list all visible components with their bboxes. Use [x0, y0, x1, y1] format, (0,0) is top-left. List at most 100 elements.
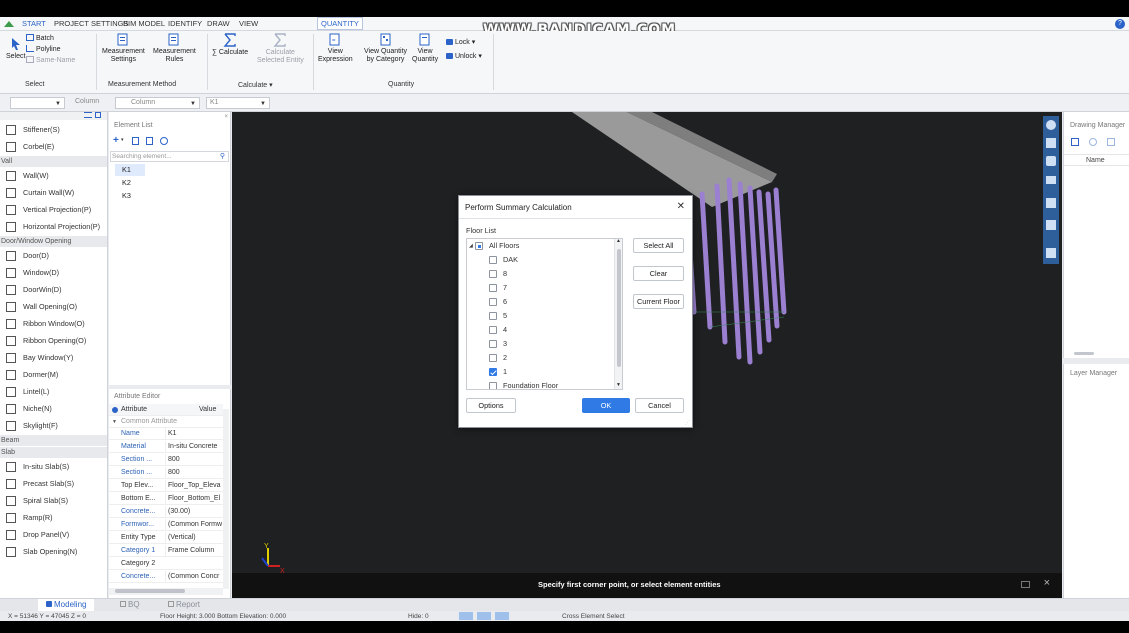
attribute-value[interactable]: Floor_Bottom_El: [165, 493, 223, 505]
type-select[interactable]: Column ▼: [115, 97, 200, 109]
tab-draw[interactable]: DRAW: [207, 19, 230, 28]
floor-checkbox[interactable]: [489, 270, 497, 278]
floor-checkbox[interactable]: [489, 284, 497, 292]
delete-drawing-icon[interactable]: [1107, 138, 1115, 146]
attribute-row[interactable]: Formwor... (Common Formw: [109, 519, 223, 531]
same-name-button[interactable]: Same-Name: [26, 56, 75, 65]
scroll-up-icon[interactable]: ▲: [616, 239, 621, 244]
scroll-thumb[interactable]: [617, 249, 621, 367]
ortho-icon[interactable]: [477, 612, 491, 620]
attribute-row[interactable]: Material In-situ Concrete: [109, 441, 223, 453]
expand-icon[interactable]: ◢: [469, 240, 473, 252]
floor-checkbox[interactable]: [489, 354, 497, 362]
tab-bim-model[interactable]: BIM MODEL: [123, 19, 165, 28]
element-list-item[interactable]: K2: [115, 177, 145, 189]
view-quantity-by-category-button[interactable]: View Quantity by Category: [364, 33, 407, 64]
floor-checkbox[interactable]: [489, 382, 497, 389]
element-list-item[interactable]: K3: [115, 190, 145, 202]
unlock-button[interactable]: Unlock ▾: [446, 53, 482, 61]
resize-grip-icon[interactable]: ⋰: [685, 420, 690, 426]
attribute-value[interactable]: K1: [165, 428, 223, 440]
select-all-button[interactable]: Select All: [633, 238, 684, 253]
attribute-row[interactable]: Entity Type (Vertical): [109, 532, 223, 544]
attribute-value[interactable]: Floor_Top_Eleva: [165, 480, 223, 492]
select-button[interactable]: Select: [6, 37, 25, 61]
attribute-scrollbar[interactable]: [223, 409, 229, 589]
chevron-down-icon[interactable]: ▾: [121, 137, 124, 143]
floor-list-scrollbar[interactable]: ▲ ▼: [614, 239, 622, 389]
attribute-value[interactable]: (30.00): [165, 506, 223, 518]
attribute-row[interactable]: Bottom E... Floor_Bottom_El: [109, 493, 223, 505]
options-button[interactable]: Options: [466, 398, 516, 413]
floor-checkbox[interactable]: [489, 326, 497, 334]
element-type-item[interactable]: Skylight(F): [0, 418, 107, 434]
close-prompt-icon[interactable]: ×: [1044, 577, 1050, 589]
element-type-item[interactable]: Spiral Slab(S): [0, 493, 107, 509]
panel-close-icon[interactable]: ×: [224, 114, 228, 120]
current-floor-button[interactable]: Current Floor: [633, 294, 684, 309]
calculate-dropdown[interactable]: Calculate ▾: [238, 81, 273, 89]
attribute-value[interactable]: (Vertical): [165, 532, 223, 544]
element-search-input[interactable]: Searching element... ⚲: [110, 151, 229, 162]
import-drawing-icon[interactable]: [1071, 138, 1079, 146]
element-list-item[interactable]: K1: [115, 164, 145, 176]
attribute-row[interactable]: Concrete... (Common Concr: [109, 571, 223, 583]
tab-quantity[interactable]: QUANTITY: [317, 17, 363, 30]
attribute-value[interactable]: (Common Formw: [165, 519, 223, 531]
tab-project-settings[interactable]: PROJECT SETTINGS: [54, 19, 128, 28]
element-type-item[interactable]: Precast Slab(S): [0, 476, 107, 492]
copy-element-icon[interactable]: [132, 137, 139, 145]
cube-icon[interactable]: [1046, 198, 1056, 208]
layers-icon[interactable]: [1046, 220, 1056, 230]
measurement-settings-button[interactable]: Measurement Settings: [102, 33, 145, 64]
add-element-icon[interactable]: +: [113, 136, 119, 146]
attribute-value[interactable]: In-situ Concrete: [165, 441, 223, 453]
snap-icon[interactable]: [459, 612, 473, 620]
attribute-value[interactable]: Frame Column: [165, 545, 223, 557]
element-type-item[interactable]: Drop Panel(V): [0, 527, 107, 543]
horizontal-scrollbar[interactable]: [109, 588, 223, 595]
category-header[interactable]: Slab: [0, 447, 107, 458]
ok-button[interactable]: OK: [582, 398, 630, 413]
floor-list[interactable]: ▲ ▼ ◢ All Floors DAK 8 7 6 5 4 3 2 1 Foundation Flo…: [466, 238, 623, 390]
calculate-selected-button[interactable]: Calculate Selected Entity: [257, 33, 304, 65]
delete-element-icon[interactable]: [146, 137, 153, 145]
grid-snap-icon[interactable]: [495, 612, 509, 620]
tab-bq[interactable]: BQ: [120, 600, 140, 609]
tab-report[interactable]: Report: [168, 600, 200, 609]
screenshot-icon[interactable]: [1046, 176, 1056, 184]
element-select[interactable]: K1 ▼: [206, 97, 270, 109]
drawing-scrollbar[interactable]: [1074, 352, 1094, 355]
floor-checkbox[interactable]: [489, 256, 497, 264]
screen-record-icon[interactable]: [1021, 581, 1030, 588]
element-type-item[interactable]: Corbel(E): [0, 139, 107, 155]
element-type-item[interactable]: Stiffener(S): [0, 122, 107, 138]
lock-button[interactable]: Lock ▾: [446, 39, 475, 47]
attribute-row[interactable]: Concrete... (30.00): [109, 506, 223, 518]
close-icon[interactable]: ✕: [677, 201, 685, 212]
clear-button[interactable]: Clear: [633, 266, 684, 281]
element-type-item[interactable]: Ribbon Window(O): [0, 316, 107, 332]
cancel-button[interactable]: Cancel: [635, 398, 684, 413]
element-type-item[interactable]: Slab Opening(N): [0, 544, 107, 560]
grid-view-icon[interactable]: [95, 112, 101, 118]
add-drawing-icon[interactable]: [1089, 138, 1097, 146]
element-type-item[interactable]: Ribbon Opening(O): [0, 333, 107, 349]
element-type-item[interactable]: Curtain Wall(W): [0, 185, 107, 201]
element-type-item[interactable]: Vertical Projection(P): [0, 202, 107, 218]
polyline-button[interactable]: Polyline: [26, 45, 61, 54]
floor-checkbox[interactable]: [489, 312, 497, 320]
floor-checkbox[interactable]: [489, 298, 497, 306]
element-type-item[interactable]: Wall Opening(O): [0, 299, 107, 315]
view-quantity-button[interactable]: View Quantity: [412, 33, 438, 64]
element-type-item[interactable]: Horizontal Projection(P): [0, 219, 107, 235]
tab-identify[interactable]: IDENTIFY: [168, 19, 202, 28]
element-type-item[interactable]: DoorWin(D): [0, 282, 107, 298]
calculate-button[interactable]: ∑ Calculate: [212, 33, 248, 57]
element-type-item[interactable]: Wall(W): [0, 168, 107, 184]
floor-checkbox[interactable]: [475, 242, 483, 250]
scroll-down-icon[interactable]: ▼: [616, 382, 621, 388]
element-type-item[interactable]: Dormer(M): [0, 367, 107, 383]
view-expression-button[interactable]: = View Expression: [318, 33, 353, 64]
element-type-item[interactable]: Ramp(R): [0, 510, 107, 526]
